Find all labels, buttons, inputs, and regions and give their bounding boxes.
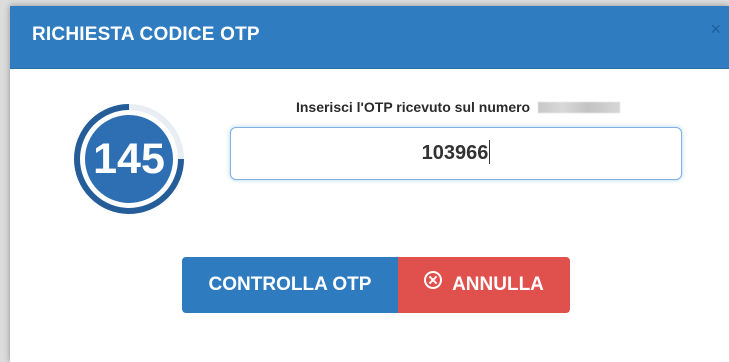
- check-otp-button[interactable]: CONTROLLA OTP: [182, 257, 398, 313]
- close-icon[interactable]: ×: [710, 20, 721, 38]
- otp-dialog: RICHIESTA CODICE OTP × 145 Inserisci l'O…: [10, 6, 729, 362]
- countdown-timer: 145: [73, 103, 185, 215]
- text-caret: [489, 140, 491, 164]
- masked-phone-number: [538, 102, 621, 113]
- cancel-label: ANNULLA: [452, 274, 544, 295]
- otp-prompt-text: Inserisci l'OTP ricevuto sul numero: [295, 99, 531, 115]
- check-otp-label: CONTROLLA OTP: [208, 274, 372, 295]
- dialog-header: RICHIESTA CODICE OTP ×: [10, 6, 729, 69]
- otp-input-value: 103966: [421, 142, 489, 164]
- cancel-button[interactable]: ANNULLA: [398, 257, 570, 313]
- otp-prompt: Inserisci l'OTP ricevuto sul numero: [232, 99, 684, 119]
- countdown-value: 145: [93, 135, 165, 183]
- cancel-circle-x-icon: [424, 271, 443, 289]
- dialog-title: RICHIESTA CODICE OTP: [32, 24, 260, 45]
- otp-input[interactable]: 103966: [230, 127, 682, 180]
